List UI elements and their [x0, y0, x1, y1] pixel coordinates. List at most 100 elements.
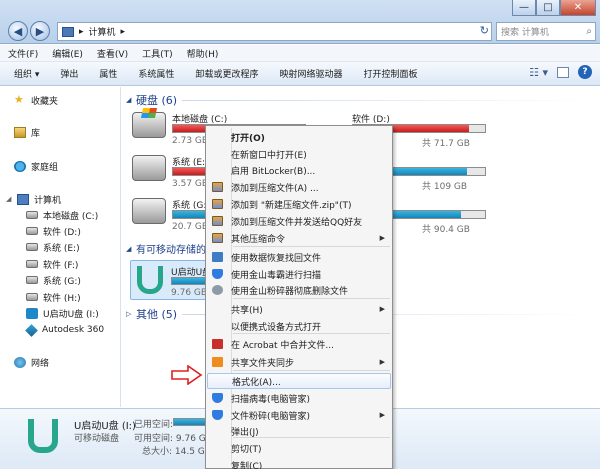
rar-icon [212, 216, 223, 226]
context-menu-label: 其他压缩命令 [231, 234, 286, 245]
expand-arrow-icon[interactable]: ◢ [6, 195, 12, 203]
menu-tools[interactable]: 工具(T) [142, 47, 173, 60]
context-menu-label: 共享(H) [231, 305, 263, 316]
forward-button[interactable]: ▶ [30, 21, 50, 41]
context-menu-item[interactable]: 启用 BitLocker(B)... [207, 162, 391, 178]
refresh-icon[interactable]: ↻ [480, 24, 489, 37]
details-total-size: 总大小: 14.5 GB [142, 447, 211, 457]
nav-drive-f[interactable]: 软件 (F:) [26, 257, 78, 271]
shield-icon [212, 393, 223, 403]
context-menu-label: 使用金山毒霸进行扫描 [231, 270, 322, 281]
drive-free: 3.57 GB [172, 179, 209, 189]
drive-icon [26, 211, 38, 219]
help-icon[interactable]: ? [578, 65, 592, 79]
context-menu-label: 复制(C) [231, 461, 263, 469]
context-menu-item[interactable]: 扫描病毒(电脑管家) [207, 390, 391, 406]
nav-drive-e[interactable]: 系统 (E:) [26, 240, 80, 254]
other-group-header[interactable]: ▷ 其他 (5) [126, 306, 177, 322]
drive-free: 20.7 GB [172, 222, 209, 232]
nav-drive-c[interactable]: 本地磁盘 (C:) [26, 208, 98, 222]
context-menu-item[interactable]: 添加到压缩文件(A) ... [207, 179, 391, 195]
collapse-arrow-icon: ◢ [126, 244, 132, 253]
nav-drive-g[interactable]: 系统 (G:) [26, 273, 81, 287]
nav-favorites[interactable]: ★ 收藏夹 [14, 93, 58, 107]
usb-drive-tile[interactable]: U启动U盘 9.76 GB [130, 260, 211, 300]
properties-button[interactable]: 属性 [99, 67, 117, 80]
close-button[interactable]: ✕ [560, 0, 596, 16]
menu-help[interactable]: 帮助(H) [187, 47, 219, 60]
context-menu-item[interactable]: 弹出(J) [207, 423, 391, 439]
removable-group-header[interactable]: ◢ 有可移动存储的 [126, 241, 206, 257]
title-bar: — □ ✕ ◀ ▶ ▸ 计算机 ▸ ↻ 搜索 计算机 ⌕ [0, 0, 600, 44]
shield-icon [212, 269, 223, 279]
context-menu-label: 使用数据恢复找回文件 [231, 253, 322, 264]
context-menu-item[interactable]: 以便携式设备方式打开 [207, 318, 391, 334]
search-input[interactable]: 搜索 计算机 ⌕ [496, 22, 596, 41]
u-disk-logo-icon [137, 266, 163, 294]
context-menu-label: 扫描病毒(电脑管家) [231, 394, 311, 405]
context-menu-item[interactable]: 剪切(T) [207, 440, 391, 456]
context-menu-label: 使用金山粉碎器彻底删除文件 [231, 286, 349, 297]
breadcrumb[interactable]: 计算机 [89, 25, 116, 38]
nav-drive-d[interactable]: 软件 (D:) [26, 224, 81, 238]
context-menu-item[interactable]: 在 Acrobat 中合并文件... [207, 336, 391, 352]
menu-view[interactable]: 查看(V) [97, 47, 128, 60]
preview-pane-icon[interactable] [557, 66, 569, 78]
homegroup-icon [14, 160, 26, 172]
drive-icon [26, 276, 38, 284]
nav-homegroup[interactable]: 家庭组 [14, 159, 58, 173]
open-control-panel-button[interactable]: 打开控制面板 [363, 67, 417, 80]
context-menu-item[interactable]: 复制(C) [207, 457, 391, 469]
pdf-icon [212, 339, 223, 349]
data-icon [212, 252, 223, 262]
context-menu-item[interactable]: 打开(O) [207, 129, 391, 145]
context-menu-label: 格式化(A)... [232, 377, 281, 388]
hdd-group-header[interactable]: ◢ 硬盘 (6) [126, 92, 177, 108]
context-menu-item[interactable]: 共享文件夹同步 ▶ [207, 354, 391, 370]
context-menu-label: 在新窗口中打开(E) [231, 150, 307, 161]
submenu-arrow-icon: ▶ [379, 358, 385, 366]
nav-network[interactable]: 网络 [14, 355, 49, 369]
nav-drive-i[interactable]: U启动U盘 (I:) [26, 306, 99, 320]
organize-button[interactable]: 组织 ▾ [14, 67, 39, 80]
group-divider [182, 100, 592, 101]
submenu-arrow-icon: ▶ [379, 411, 385, 419]
nav-computer[interactable]: ◢ 计算机 [6, 192, 61, 206]
context-menu-item[interactable]: 在新窗口中打开(E) [207, 146, 391, 162]
view-options-icon[interactable]: ☷ ▾ [529, 66, 548, 79]
menu-edit[interactable]: 编辑(E) [52, 47, 83, 60]
context-menu-item[interactable]: 使用金山粉碎器彻底删除文件 [207, 282, 391, 298]
rar-icon [212, 199, 223, 209]
map-network-drive-button[interactable]: 映射网络驱动器 [279, 67, 342, 80]
nav-autodesk-360[interactable]: Autodesk 360 [25, 323, 104, 337]
context-menu-item[interactable]: 使用数据恢复找回文件 [207, 249, 391, 265]
context-menu-item[interactable]: 使用金山毒霸进行扫描 [207, 266, 391, 282]
context-menu-item[interactable]: 其他压缩命令 ▶ [207, 230, 391, 246]
usb-usage-bar [171, 277, 207, 285]
nav-libraries[interactable]: 库 [14, 125, 40, 139]
minimize-button[interactable]: — [512, 0, 536, 16]
context-menu-item[interactable]: 共享(H) ▶ [207, 301, 391, 317]
annotation-arrow-icon [171, 365, 203, 385]
drive-total: 共 109 GB [422, 182, 468, 192]
usb-drive-free: 9.76 GB [171, 288, 208, 298]
context-menu-item[interactable]: 文件粉碎(电脑管家) ▶ [207, 407, 391, 423]
back-button[interactable]: ◀ [8, 21, 28, 41]
context-menu-label: 共享文件夹同步 [231, 358, 295, 369]
menu-file[interactable]: 文件(F) [8, 47, 38, 60]
uninstall-program-button[interactable]: 卸载或更改程序 [195, 67, 258, 80]
navigation-pane: ★ 收藏夹 库 家庭组 ◢ 计算机 本地磁盘 (C:) 软件 (D:) 系统 (E… [0, 87, 121, 407]
maximize-button[interactable]: □ [536, 0, 560, 16]
menu-bar: 文件(F) 编辑(E) 查看(V) 工具(T) 帮助(H) [0, 45, 600, 62]
address-bar[interactable]: ▸ 计算机 ▸ ↻ [57, 22, 492, 41]
context-menu-label: 添加到压缩文件(A) ... [231, 183, 319, 194]
context-menu-item[interactable]: 添加到 "新建压缩文件.zip"(T) [207, 196, 391, 212]
context-menu-item[interactable]: 添加到压缩文件并发送给QQ好友 [207, 213, 391, 229]
system-properties-button[interactable]: 系统属性 [138, 67, 174, 80]
usb-drive-icon [26, 307, 38, 319]
system-drive-icon [132, 112, 166, 138]
nav-drive-h[interactable]: 软件 (H:) [26, 290, 81, 304]
context-menu-item[interactable]: 格式化(A)... [207, 373, 391, 389]
context-menu-label: 文件粉碎(电脑管家) [231, 411, 311, 422]
eject-button[interactable]: 弹出 [60, 67, 78, 80]
